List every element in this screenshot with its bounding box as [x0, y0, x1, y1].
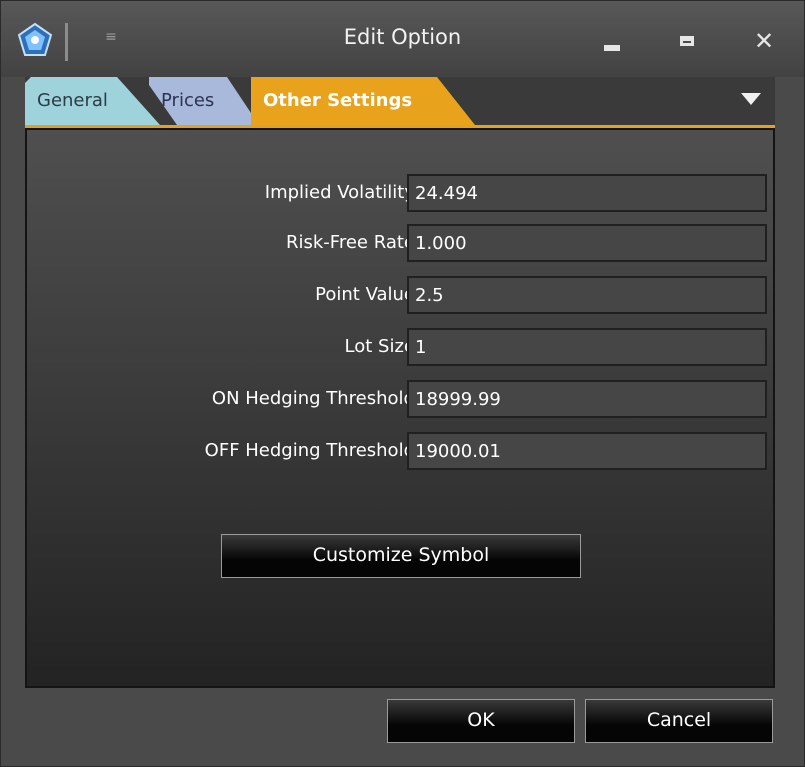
title-bar[interactable]: ≡ Edit Option ✕ [1, 1, 804, 77]
maximize-icon [680, 36, 694, 46]
cancel-button[interactable]: Cancel [585, 699, 773, 743]
field-row-risk-free-rate: Risk-Free Rate [27, 224, 777, 262]
tab-overflow-dropdown-icon[interactable] [741, 93, 761, 105]
on-hedging-threshold-label: ON Hedging Threshold [211, 388, 415, 409]
field-row-point-value: Point Value [27, 276, 777, 314]
lot-size-input[interactable] [407, 328, 767, 366]
risk-free-rate-input[interactable] [407, 224, 767, 262]
off-hedging-threshold-label: OFF Hedging Threshold [204, 440, 415, 461]
point-value-input[interactable] [407, 276, 767, 314]
risk-free-rate-label: Risk-Free Rate [286, 232, 415, 253]
field-row-off-hedging-threshold: OFF Hedging Threshold [27, 432, 777, 470]
point-value-label: Point Value [315, 284, 415, 305]
field-row-on-hedging-threshold: ON Hedging Threshold [27, 380, 777, 418]
maximize-button[interactable] [664, 23, 710, 59]
lot-size-label: Lot Size [344, 336, 415, 357]
field-row-implied-volatility: Implied Volatility [27, 174, 777, 212]
edit-option-window: ≡ Edit Option ✕ General Prices Other Set… [0, 0, 805, 767]
close-icon: ✕ [753, 27, 775, 55]
ok-button[interactable]: OK [387, 699, 575, 743]
off-hedging-threshold-input[interactable] [407, 432, 767, 470]
field-row-lot-size: Lot Size [27, 328, 777, 366]
customize-symbol-button[interactable]: Customize Symbol [221, 534, 581, 578]
close-button[interactable]: ✕ [741, 23, 787, 59]
minimize-button[interactable] [589, 23, 635, 59]
on-hedging-threshold-input[interactable] [407, 380, 767, 418]
minimize-icon [604, 45, 620, 51]
tab-other-settings[interactable]: Other Settings [251, 77, 475, 125]
other-settings-panel: Implied Volatility Risk-Free Rate Point … [25, 128, 775, 688]
implied-volatility-input[interactable] [407, 174, 767, 212]
implied-volatility-label: Implied Volatility [264, 182, 415, 203]
